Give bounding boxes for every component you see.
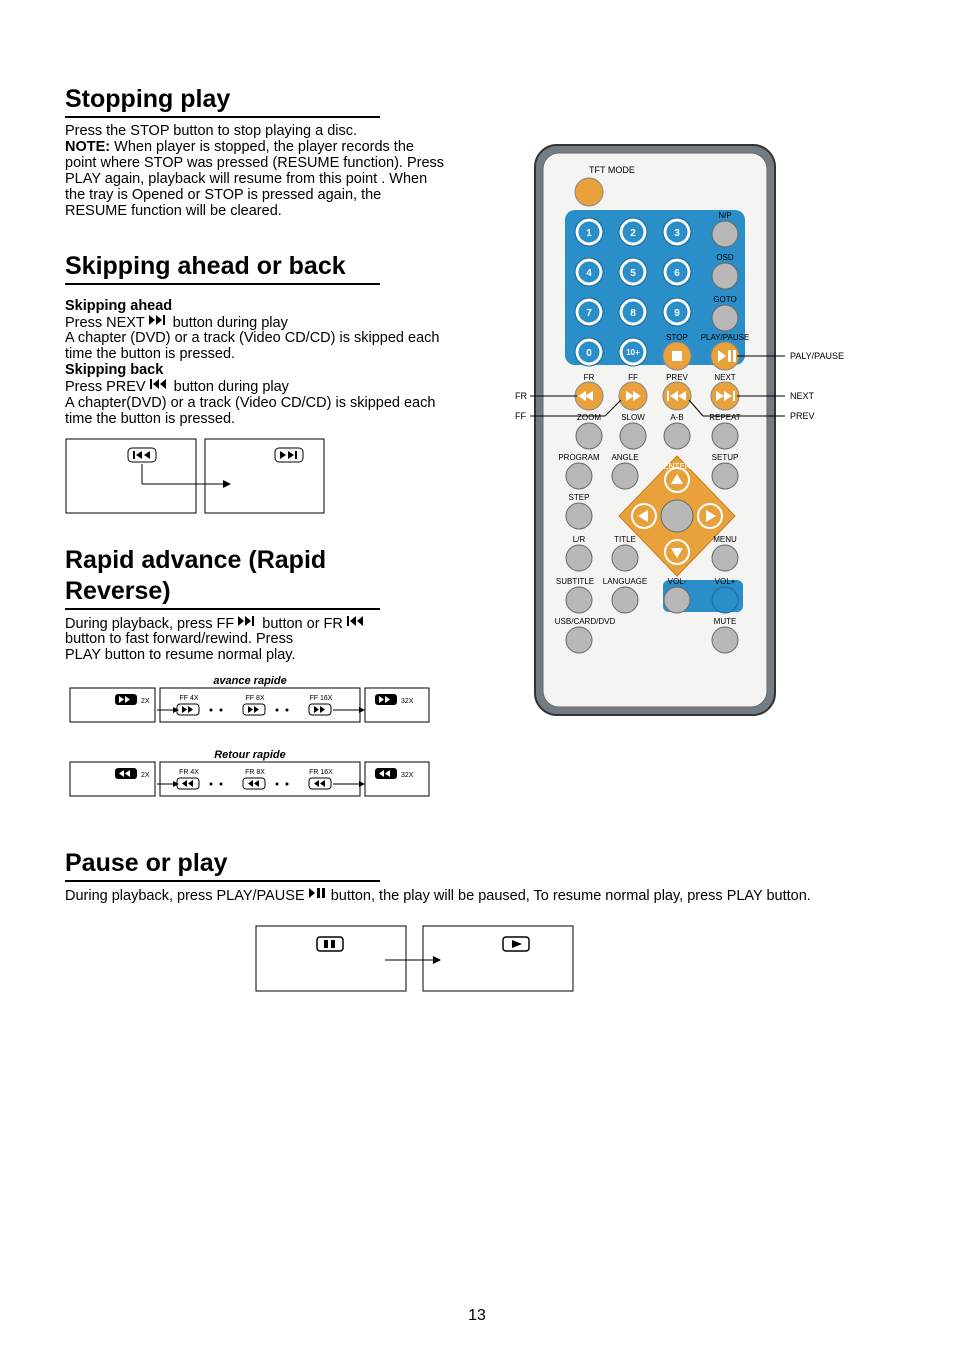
ff-icon — [238, 615, 258, 631]
svg-text:32X: 32X — [401, 772, 414, 779]
heading-skipping: Skipping ahead or back — [65, 252, 445, 281]
svg-text:32X: 32X — [401, 698, 414, 705]
note-label: NOTE: — [65, 139, 110, 155]
svg-text:7: 7 — [586, 308, 592, 319]
svg-text:SETUP: SETUP — [712, 453, 739, 462]
skipping-ahead-l2: A chapter (DVD) or a track (Video CD/CD)… — [65, 330, 439, 362]
svg-text:2: 2 — [630, 228, 636, 239]
remote-illustration: TFT MODE 1 2 3 4 5 6 7 8 9 0 10+ N/P OSD… — [515, 140, 870, 735]
svg-text:FF 8X: FF 8X — [245, 695, 264, 702]
skipping-back-l1b: button during play — [174, 379, 289, 395]
svg-text:ZOOM: ZOOM — [577, 413, 601, 422]
fr-icon — [347, 615, 367, 631]
svg-text:FR 16X: FR 16X — [309, 769, 333, 776]
svg-text:PREV: PREV — [666, 373, 688, 382]
divider — [65, 608, 380, 610]
svg-text:VOL-: VOL- — [668, 577, 687, 586]
svg-text:6: 6 — [674, 268, 680, 279]
next-icon — [149, 314, 169, 330]
svg-text:10+: 10+ — [626, 348, 640, 357]
divider — [65, 283, 380, 285]
svg-text:VOL+: VOL+ — [715, 577, 736, 586]
stopping-p1: Press the STOP button to stop playing a … — [65, 123, 357, 139]
skipping-back-title: Skipping back — [65, 362, 163, 378]
diagram-rapid: avance rapide 2X 32X — [65, 672, 445, 817]
pause-p1b: button, the play will be paused, To resu… — [331, 888, 811, 904]
svg-text:FR: FR — [515, 391, 527, 401]
svg-text:3: 3 — [674, 228, 680, 239]
svg-text:NEXT: NEXT — [714, 373, 735, 382]
svg-text:FF: FF — [515, 411, 526, 421]
svg-text:2X: 2X — [141, 698, 150, 705]
note-body: When player is stopped, the player recor… — [65, 139, 444, 219]
svg-text:0: 0 — [586, 348, 592, 359]
svg-text:FR 8X: FR 8X — [245, 769, 265, 776]
label-avance: avance rapide — [213, 675, 286, 687]
svg-text:2X: 2X — [141, 772, 150, 779]
svg-text:ENTER: ENTER — [663, 462, 690, 471]
svg-text:PREV: PREV — [790, 411, 815, 421]
svg-text:L/R: L/R — [573, 535, 586, 544]
svg-text:PROGRAM: PROGRAM — [558, 453, 600, 462]
svg-text:PLAY/PAUSE: PLAY/PAUSE — [701, 333, 750, 342]
svg-text:MUTE: MUTE — [714, 617, 737, 626]
skipping-back-l1a: Press PREV — [65, 379, 150, 395]
skipping-ahead-l1a: Press NEXT — [65, 314, 149, 330]
svg-text:1: 1 — [586, 228, 592, 239]
svg-text:STEP: STEP — [569, 493, 590, 502]
svg-text:TFT MODE: TFT MODE — [589, 165, 635, 175]
svg-text:N/P: N/P — [718, 211, 731, 220]
skipping-ahead-l1b: button during play — [173, 314, 288, 330]
svg-text:FR: FR — [584, 373, 595, 382]
rapid-text: During playback, press FF button or FR b… — [65, 616, 445, 665]
play-pause-icon — [309, 887, 327, 903]
svg-text:SLOW: SLOW — [621, 413, 645, 422]
svg-text:TITLE: TITLE — [614, 535, 636, 544]
svg-text:FF 16X: FF 16X — [310, 695, 333, 702]
svg-text:NEXT: NEXT — [790, 391, 815, 401]
svg-text:FR 4X: FR 4X — [179, 769, 199, 776]
svg-text:5: 5 — [630, 268, 636, 279]
divider — [65, 116, 380, 118]
svg-text:GOTO: GOTO — [713, 295, 736, 304]
svg-text:REPEAT: REPEAT — [709, 413, 741, 422]
svg-text:A-B: A-B — [670, 413, 683, 422]
rapid-p1a: During playback, press FF — [65, 616, 238, 632]
heading-stopping-play: Stopping play — [65, 85, 445, 114]
stopping-text: Press the STOP button to stop playing a … — [65, 124, 445, 220]
heading-rapid-l2: Reverse) — [65, 577, 445, 606]
skipping-ahead-title: Skipping ahead — [65, 298, 172, 314]
heading-rapid-l1: Rapid advance (Rapid — [65, 546, 445, 575]
rapid-p1b: button or FR — [262, 616, 347, 632]
pause-p1a: During playback, press PLAY/PAUSE — [65, 888, 309, 904]
skipping-text: Skipping ahead Press NEXT button during … — [65, 299, 445, 428]
svg-text:PALY/PAUSE: PALY/PAUSE — [790, 351, 844, 361]
svg-text:ANGLE: ANGLE — [611, 453, 638, 462]
label-retour: Retour rapide — [214, 749, 286, 761]
svg-text:LANGUAGE: LANGUAGE — [603, 577, 647, 586]
skipping-back-l2: A chapter(DVD) or a track (Video CD/CD) … — [65, 395, 435, 427]
svg-text:STOP: STOP — [666, 333, 688, 342]
rapid-p3: PLAY button to resume normal play. — [65, 647, 296, 663]
pause-text: During playback, press PLAY/PAUSE button… — [65, 888, 865, 905]
svg-text:4: 4 — [586, 268, 592, 279]
diagram-skip — [65, 438, 445, 514]
rapid-p2: button to fast forward/rewind. Press — [65, 631, 293, 647]
heading-pause: Pause or play — [65, 849, 445, 878]
svg-text:MENU: MENU — [713, 535, 737, 544]
svg-text:SUBTITLE: SUBTITLE — [556, 577, 594, 586]
divider — [65, 880, 380, 882]
svg-text:OSD: OSD — [716, 253, 734, 262]
svg-text:USB/CARD/DVD: USB/CARD/DVD — [555, 617, 616, 626]
svg-text:9: 9 — [674, 308, 680, 319]
svg-text:FF 4X: FF 4X — [179, 695, 198, 702]
svg-text:8: 8 — [630, 308, 636, 319]
prev-icon — [150, 378, 170, 394]
diagram-pause — [255, 925, 899, 1005]
svg-text:FF: FF — [628, 373, 638, 382]
page-number: 13 — [0, 1307, 954, 1325]
